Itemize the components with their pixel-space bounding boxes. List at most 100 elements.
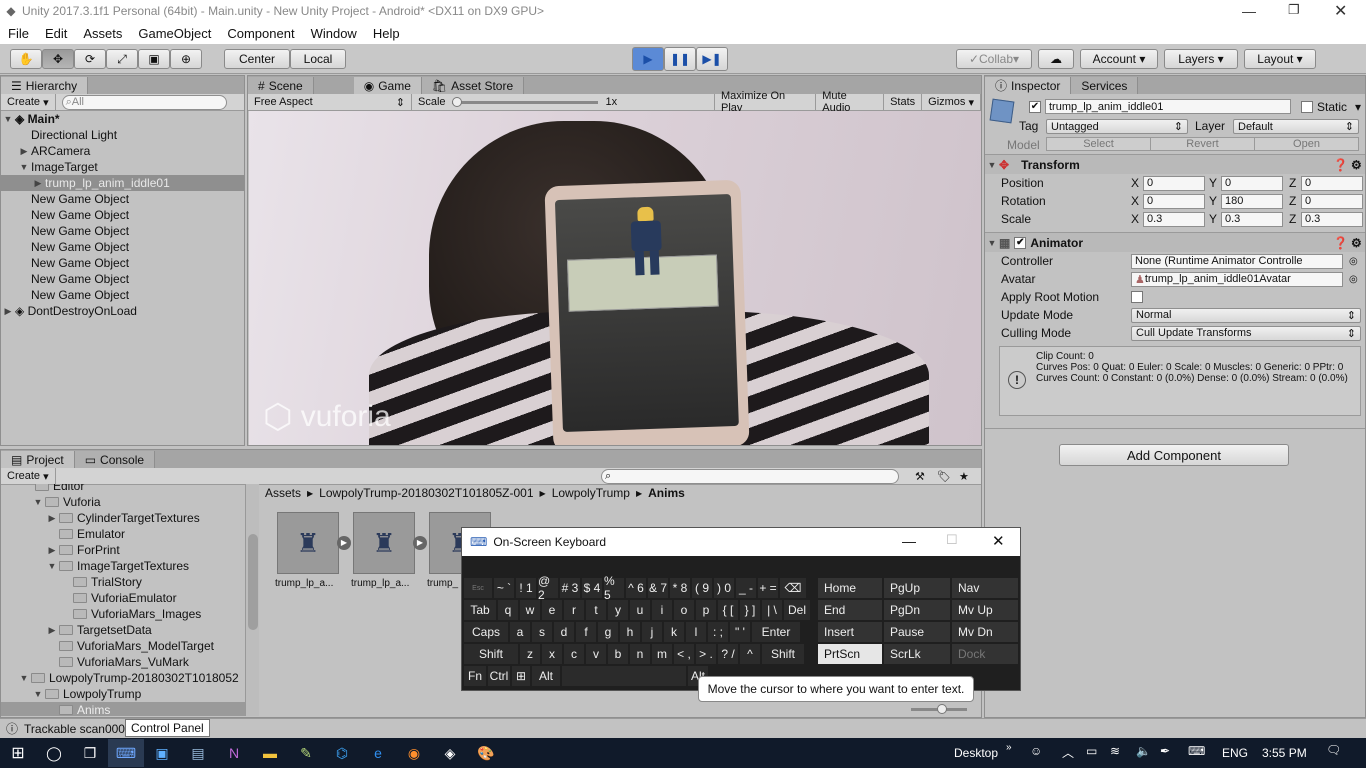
scale-tool-icon[interactable]: ⤢ <box>106 49 138 69</box>
list-item[interactable]: New Game Object <box>1 207 244 223</box>
osk-key[interactable]: s <box>532 622 552 642</box>
osk-key[interactable]: _ - <box>736 578 756 598</box>
chevron-right-icon[interactable]: ▶ <box>17 146 31 157</box>
scene-row[interactable]: ▼ ◈ Main* <box>1 111 244 127</box>
chevron-right-icon[interactable]: ▶ <box>1 306 15 317</box>
layers-dropdown[interactable]: Layers ▾ <box>1164 49 1238 69</box>
menu-file[interactable]: File <box>0 26 37 41</box>
scale-slider[interactable] <box>451 96 598 107</box>
osk-key[interactable]: w <box>520 600 540 620</box>
battery-icon[interactable]: ▭ <box>1086 744 1097 758</box>
scale-x-field[interactable]: 0.3 <box>1143 211 1205 227</box>
osk-key[interactable]: Caps <box>464 622 508 642</box>
osk-minimize-button[interactable]: — <box>902 533 916 549</box>
list-item[interactable]: Directional Light <box>1 127 244 143</box>
osk-nav-key[interactable]: Dock <box>952 644 1018 664</box>
osk-key[interactable]: f <box>576 622 596 642</box>
menu-help[interactable]: Help <box>365 26 408 41</box>
play-button[interactable]: ▶ <box>632 47 664 71</box>
volume-icon[interactable]: 🔈 <box>1136 744 1151 758</box>
pivot-center-button[interactable]: Center <box>224 49 290 69</box>
osk-nav-key[interactable]: End <box>818 600 882 620</box>
menu-component[interactable]: Component <box>219 26 302 41</box>
pivot-local-button[interactable]: Local <box>290 49 346 69</box>
chevron-down-icon[interactable]: ▼ <box>17 673 31 683</box>
osk-key[interactable]: @ 2 <box>538 574 558 602</box>
favorite-star-icon[interactable]: ★ <box>959 470 969 483</box>
desktop-toolbar-label[interactable]: Desktop <box>954 746 998 760</box>
active-checkbox[interactable]: ✔ <box>1029 101 1041 113</box>
open-button[interactable]: Open <box>1255 138 1358 150</box>
scale-slider-thumb[interactable] <box>451 96 462 107</box>
hand-tool-icon[interactable]: ✋ <box>10 49 42 69</box>
osk-key[interactable]: | \ <box>762 600 782 620</box>
account-dropdown[interactable]: Account ▾ <box>1080 49 1158 69</box>
osk-key[interactable]: Shift <box>464 644 518 664</box>
tree-item[interactable]: ▼ Vuforia <box>1 494 245 510</box>
tab-scene[interactable]: # Scene <box>248 77 314 94</box>
pen-icon[interactable]: ✒ <box>1160 744 1170 758</box>
rotation-x-field[interactable]: 0 <box>1143 193 1205 209</box>
project-create-button[interactable]: Create ▾ <box>1 468 56 484</box>
unity-taskbar-icon[interactable]: ◈ <box>432 739 468 767</box>
mute-audio-toggle[interactable]: Mute Audio <box>816 90 885 114</box>
list-item[interactable]: ▼ ImageTarget <box>1 159 244 175</box>
tree-item[interactable]: Editor <box>1 484 245 494</box>
windows-start-icon[interactable]: ⊞ <box>0 739 36 767</box>
osk-key[interactable]: { [ <box>718 600 738 620</box>
osk-key[interactable]: > . <box>696 644 716 664</box>
osk-key[interactable]: " ' <box>730 622 750 642</box>
osk-key[interactable]: q <box>498 600 518 620</box>
osk-nav-key[interactable]: Pause <box>884 622 950 642</box>
chevron-right-icon[interactable]: ▶ <box>45 513 59 524</box>
osk-key[interactable]: & 7 <box>648 578 668 598</box>
people-icon[interactable]: ☺ <box>1030 744 1042 758</box>
breadcrumb-item[interactable]: LowpolyTrump <box>552 486 630 500</box>
tree-item[interactable]: ▼ LowpolyTrump-20180302T1018052 <box>1 670 245 686</box>
layout-dropdown[interactable]: Layout ▾ <box>1244 49 1316 69</box>
osk-key[interactable]: ( 9 <box>692 578 712 598</box>
osk-key[interactable]: ⊞ <box>512 666 530 686</box>
language-indicator[interactable]: ENG <box>1222 746 1248 760</box>
chevron-down-icon[interactable]: ▼ <box>985 238 999 248</box>
cloud-icon[interactable]: ☁ <box>1038 49 1074 69</box>
tree-item-selected[interactable]: Anims <box>1 702 245 716</box>
select-button[interactable]: Select <box>1047 138 1151 150</box>
scale-z-field[interactable]: 0.3 <box>1301 211 1363 227</box>
transform-header[interactable]: ▼ ✥ Transform ❓ ⚙ <box>985 154 1365 174</box>
hierarchy-create-button[interactable]: Create ▾ <box>1 94 56 110</box>
static-dropdown-arrow[interactable]: ▾ <box>1355 100 1361 114</box>
onenote-icon[interactable]: N <box>216 739 252 767</box>
osk-key[interactable]: j <box>642 622 662 642</box>
osk-key[interactable]: $ 4 <box>582 578 602 598</box>
firefox-icon[interactable]: ◉ <box>396 739 432 767</box>
action-center-icon[interactable]: 🗨 <box>1326 743 1341 757</box>
list-item[interactable]: New Game Object <box>1 191 244 207</box>
cortana-icon[interactable]: ◯ <box>36 739 72 767</box>
osk-key[interactable]: Esc <box>464 578 492 598</box>
osk-key[interactable]: Ctrl <box>488 666 510 686</box>
chevron-down-icon[interactable]: ▼ <box>45 561 59 571</box>
tab-project[interactable]: ▤ Project <box>1 451 75 468</box>
task-view-icon[interactable]: ❐ <box>72 739 108 767</box>
osk-nav-key[interactable]: PgUp <box>884 578 950 598</box>
osk-key[interactable]: l <box>686 622 706 642</box>
osk-key[interactable]: ! 1 <box>516 578 536 598</box>
object-picker-icon[interactable]: ◎ <box>1349 256 1358 267</box>
tab-console[interactable]: ▭ Console <box>74 451 156 468</box>
osk-key[interactable]: u <box>630 600 650 620</box>
osk-key[interactable]: x <box>542 644 562 664</box>
osk-key[interactable]: o <box>674 600 694 620</box>
osk-key[interactable]: d <box>554 622 574 642</box>
object-picker-icon[interactable]: ◎ <box>1349 274 1358 285</box>
osk-key[interactable]: % 5 <box>604 574 624 602</box>
position-z-field[interactable]: 0 <box>1301 175 1363 191</box>
list-item[interactable]: New Game Object <box>1 255 244 271</box>
tab-asset-store[interactable]: 🛍 Asset Store <box>421 77 525 94</box>
pause-button[interactable]: ❚❚ <box>664 47 696 71</box>
tree-scroll-thumb[interactable] <box>248 534 258 630</box>
osk-maximize-button[interactable]: ☐ <box>946 532 958 548</box>
osk-nav-key[interactable]: PrtScn <box>818 644 882 664</box>
tab-hierarchy[interactable]: ☰ Hierarchy <box>1 77 89 94</box>
tab-services[interactable]: Services <box>1071 77 1139 94</box>
